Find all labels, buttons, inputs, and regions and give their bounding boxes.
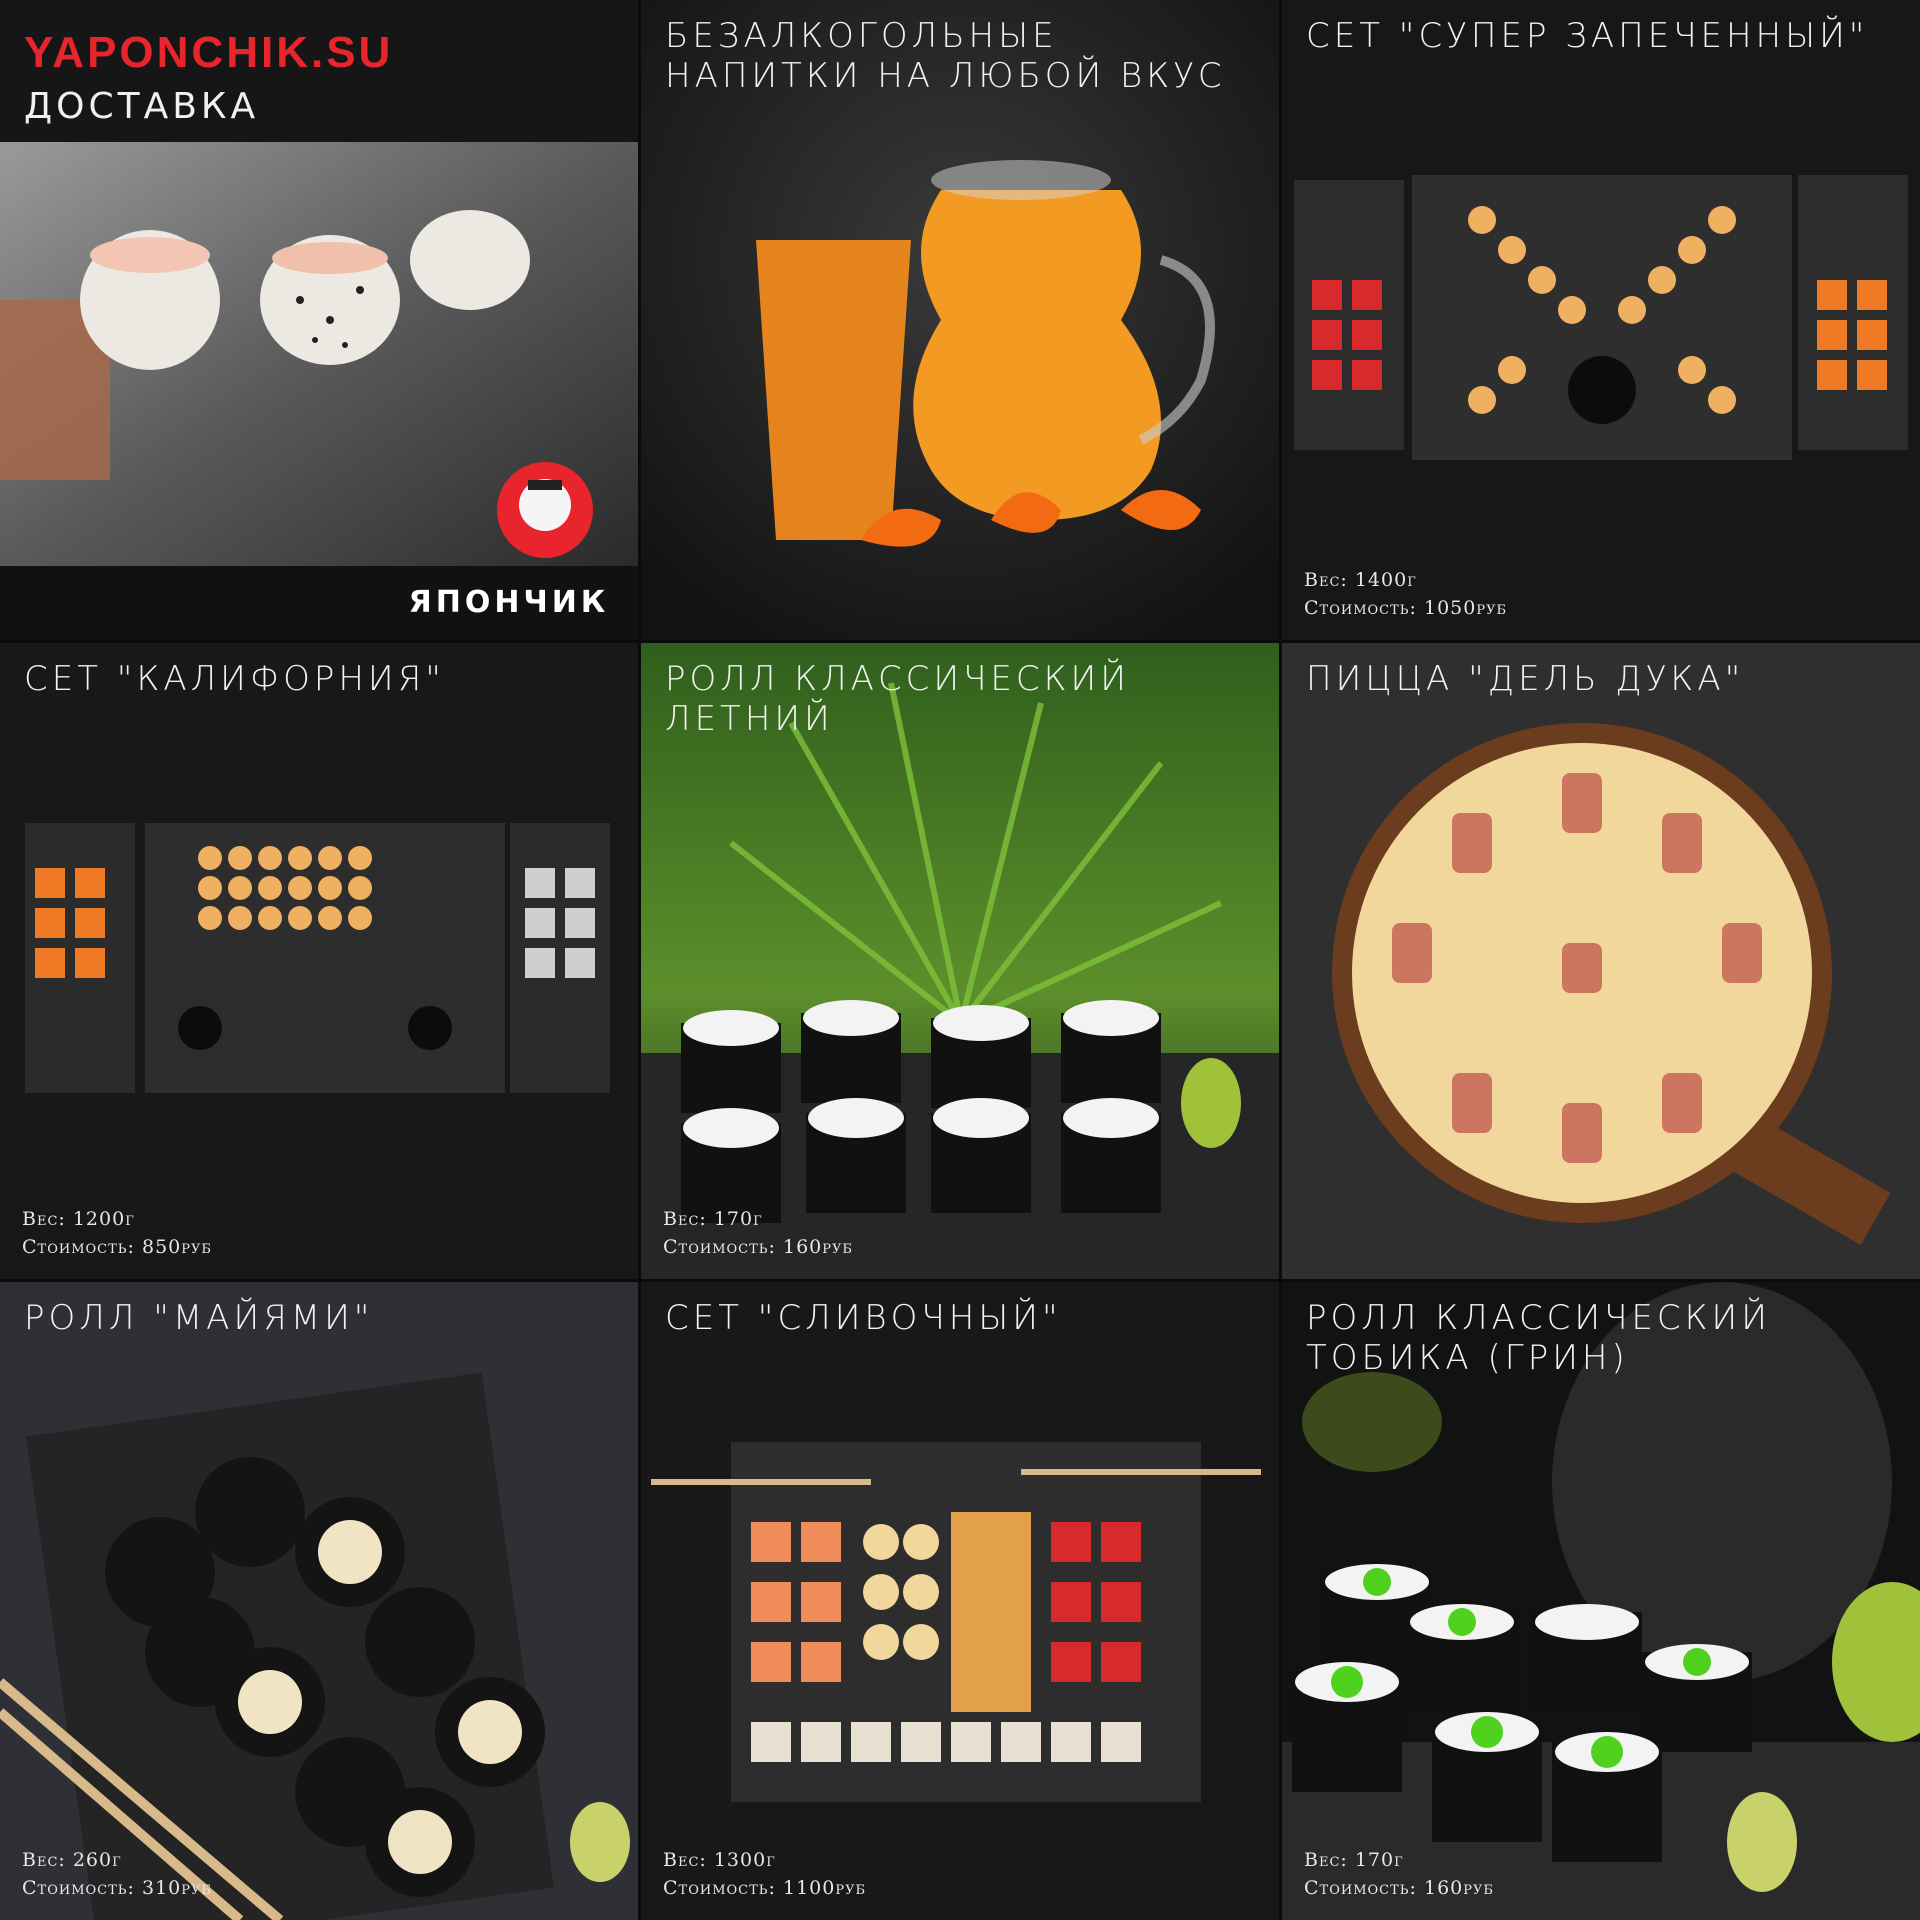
weight-label: Вес: 1400г (1304, 569, 1417, 591)
product-info: Вес: 170г Стоимость: 160руб (663, 1205, 853, 1261)
tile-brand[interactable]: YAPONCHIK.SU ДОСТАВКА ЯПОНЧИК (0, 0, 638, 640)
weight-label: Вес: 1200г (22, 1208, 135, 1230)
brand-name[interactable]: YAPONCHIK.SU (24, 28, 393, 78)
tile-title: БЕЗАЛКОГОЛЬНЫЕ НАПИТКИ НА ЛЮБОЙ ВКУС (665, 16, 1226, 96)
price-label: Стоимость: 310руб (22, 1877, 212, 1899)
tile-roll-summer[interactable]: РОЛЛ КЛАССИЧЕСКИЙ ЛЕТНИЙ Вес: 170г Стоим… (641, 643, 1279, 1279)
tile-roll-tobiko-green[interactable]: РОЛЛ КЛАССИЧЕСКИЙ ТОБИКА (ГРИН) Вес: 170… (1282, 1282, 1920, 1920)
tile-set-california[interactable]: СЕТ "КАЛИФОРНИЯ" Вес: 1200г Стоимость: 8… (0, 643, 638, 1279)
roll-photo (0, 1282, 638, 1920)
set-photo (0, 643, 638, 1279)
tile-title: РОЛЛ КЛАССИЧЕСКИЙ ТОБИКА (ГРИН) (1306, 1298, 1771, 1378)
product-info: Вес: 1400г Стоимость: 1050руб (1304, 566, 1507, 622)
weight-label: Вес: 170г (1304, 1849, 1404, 1871)
tile-title: СЕТ "СУПЕР ЗАПЕЧЕННЫЙ" (1306, 16, 1869, 56)
price-label: Стоимость: 850руб (22, 1236, 212, 1258)
pizza-photo (1282, 643, 1920, 1279)
set-photo (641, 1282, 1279, 1920)
brand-subtitle: ДОСТАВКА (24, 86, 260, 127)
tile-set-creamy[interactable]: СЕТ "СЛИВОЧНЫЙ" Вес: 1300г Стоимость: 11… (641, 1282, 1279, 1920)
price-label: Стоимость: 160руб (663, 1236, 853, 1258)
tile-roll-miami[interactable]: РОЛЛ "МАЙЯМИ" Вес: 260г Стоимость: 310ру… (0, 1282, 638, 1920)
drinks-photo (641, 0, 1279, 640)
tile-title: РОЛЛ КЛАССИЧЕСКИЙ ЛЕТНИЙ (665, 659, 1130, 739)
set-photo (1282, 0, 1920, 640)
tile-pizza-del-duca[interactable]: ПИЦЦА "ДЕЛЬ ДУКА" (1282, 643, 1920, 1279)
tile-title: СЕТ "КАЛИФОРНИЯ" (24, 659, 445, 699)
weight-label: Вес: 170г (663, 1208, 763, 1230)
price-label: Стоимость: 160руб (1304, 1877, 1494, 1899)
product-info: Вес: 1200г Стоимость: 850руб (22, 1205, 212, 1261)
weight-label: Вес: 1300г (663, 1849, 776, 1871)
logo-text: ЯПОНЧИК (408, 585, 610, 620)
tile-title: СЕТ "СЛИВОЧНЫЙ" (665, 1298, 1062, 1338)
product-info: Вес: 170г Стоимость: 160руб (1304, 1846, 1494, 1902)
tile-set-super-baked[interactable]: СЕТ "СУПЕР ЗАПЕЧЕННЫЙ" Вес: 1400г Стоимо… (1282, 0, 1920, 640)
tile-drinks[interactable]: БЕЗАЛКОГОЛЬНЫЕ НАПИТКИ НА ЛЮБОЙ ВКУС (641, 0, 1279, 640)
tile-title: ПИЦЦА "ДЕЛЬ ДУКА" (1306, 659, 1745, 699)
menu-grid: YAPONCHIK.SU ДОСТАВКА ЯПОНЧИК БЕЗАЛКОГОЛ… (0, 0, 1920, 1920)
weight-label: Вес: 260г (22, 1849, 122, 1871)
product-info: Вес: 1300г Стоимость: 1100руб (663, 1846, 866, 1902)
product-info: Вес: 260г Стоимость: 310руб (22, 1846, 212, 1902)
price-label: Стоимость: 1100руб (663, 1877, 867, 1899)
price-label: Стоимость: 1050руб (1304, 597, 1508, 619)
tile-title: РОЛЛ "МАЙЯМИ" (24, 1298, 374, 1338)
